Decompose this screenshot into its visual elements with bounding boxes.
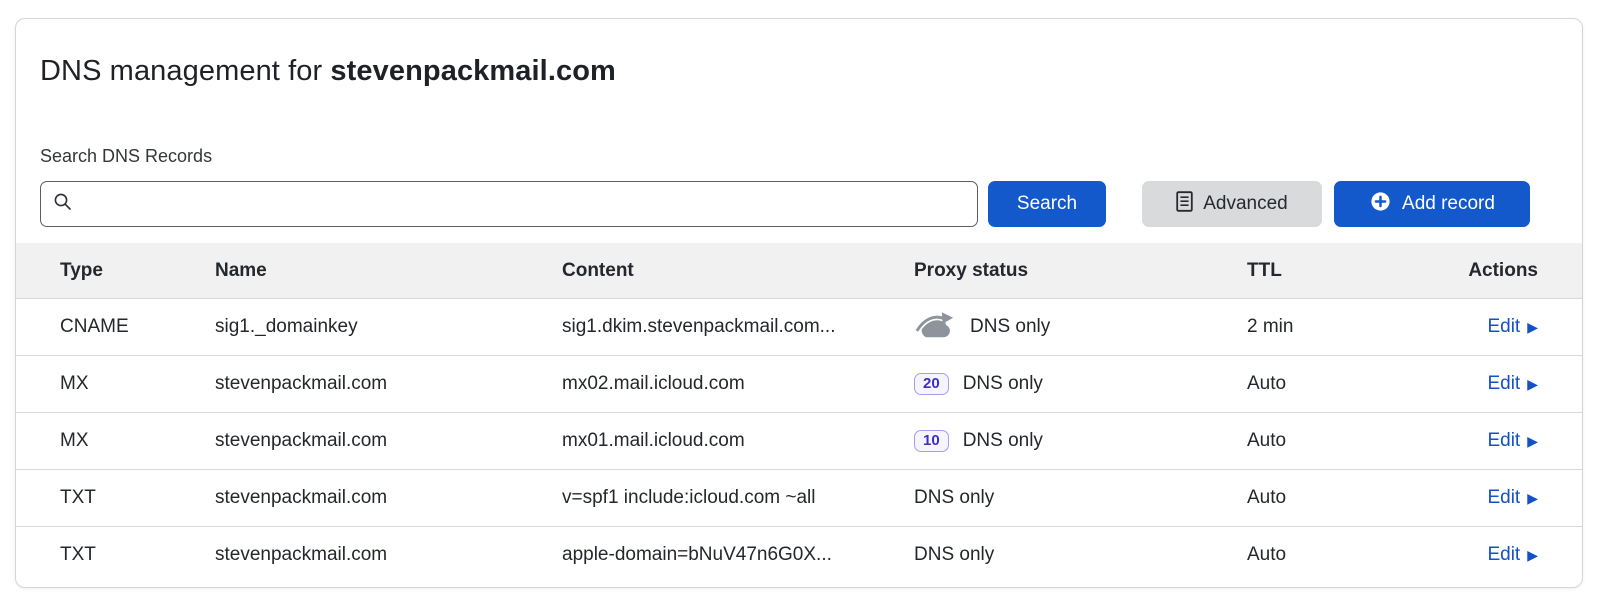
cell-proxy-status: DNS only xyxy=(914,544,1247,566)
cell-ttl: 2 min xyxy=(1247,316,1407,338)
cell-ttl: Auto xyxy=(1247,373,1407,395)
table-row-txt-apple-domain: TXT stevenpackmail.com apple-domain=bNuV… xyxy=(16,526,1582,583)
cell-content: mx02.mail.icloud.com xyxy=(562,373,914,395)
search-button[interactable]: Search xyxy=(988,181,1106,227)
edit-link-label: Edit xyxy=(1487,544,1520,566)
search-label: Search DNS Records xyxy=(40,145,1530,167)
cell-ttl: Auto xyxy=(1247,430,1407,452)
card-header-area: DNS management for stevenpackmail.com Se… xyxy=(16,19,1582,227)
column-header-ttl: TTL xyxy=(1247,260,1407,282)
proxy-status-text: DNS only xyxy=(963,430,1043,452)
cell-type: CNAME xyxy=(60,316,215,338)
edit-arrow-icon: ▶ xyxy=(1527,548,1538,562)
search-input[interactable] xyxy=(80,182,965,226)
search-icon xyxy=(53,192,72,216)
cell-type: MX xyxy=(60,373,215,395)
search-controls-row: Search Advanced xyxy=(40,181,1530,227)
search-box[interactable] xyxy=(40,181,978,227)
proxy-status-text: DNS only xyxy=(914,544,994,566)
cell-proxy-status: DNS only xyxy=(914,487,1247,509)
edit-link-label: Edit xyxy=(1487,487,1520,509)
cell-proxy-status: 20 DNS only xyxy=(914,373,1247,395)
page-title: DNS management for stevenpackmail.com xyxy=(40,55,1530,87)
dns-management-card: DNS management for stevenpackmail.com Se… xyxy=(15,18,1583,588)
column-header-type: Type xyxy=(60,260,215,282)
column-header-name: Name xyxy=(215,260,562,282)
table-row-txt-spf: TXT stevenpackmail.com v=spf1 include:ic… xyxy=(16,469,1582,526)
dns-records-table: Type Name Content Proxy status TTL Actio… xyxy=(16,243,1582,583)
edit-link[interactable]: Edit ▶ xyxy=(1487,316,1538,338)
edit-link[interactable]: Edit ▶ xyxy=(1487,544,1538,566)
cell-name: stevenpackmail.com xyxy=(215,544,562,566)
mx-priority-badge: 20 xyxy=(914,373,949,395)
mx-priority-badge: 10 xyxy=(914,430,949,452)
cell-type: MX xyxy=(60,430,215,452)
edit-arrow-icon: ▶ xyxy=(1527,320,1538,334)
edit-arrow-icon: ▶ xyxy=(1527,377,1538,391)
cell-ttl: Auto xyxy=(1247,544,1407,566)
proxy-status-text: DNS only xyxy=(914,487,994,509)
cell-name: stevenpackmail.com xyxy=(215,487,562,509)
add-record-button[interactable]: Add record xyxy=(1334,181,1530,227)
edit-link-label: Edit xyxy=(1487,316,1520,338)
cell-ttl: Auto xyxy=(1247,487,1407,509)
page-title-prefix: DNS management for xyxy=(40,55,330,87)
cell-type: TXT xyxy=(60,487,215,509)
domain-name: stevenpackmail.com xyxy=(330,55,616,87)
cell-name: sig1._domainkey xyxy=(215,316,562,338)
cell-name: stevenpackmail.com xyxy=(215,373,562,395)
edit-arrow-icon: ▶ xyxy=(1527,491,1538,505)
list-document-icon xyxy=(1176,191,1193,218)
table-row-mx-01: MX stevenpackmail.com mx01.mail.icloud.c… xyxy=(16,412,1582,469)
cell-content: mx01.mail.icloud.com xyxy=(562,430,914,452)
advanced-button[interactable]: Advanced xyxy=(1142,181,1322,227)
cell-content: sig1.dkim.stevenpackmail.com... xyxy=(562,316,914,338)
edit-arrow-icon: ▶ xyxy=(1527,434,1538,448)
table-row-mx-02: MX stevenpackmail.com mx02.mail.icloud.c… xyxy=(16,355,1582,412)
cell-content: apple-domain=bNuV47n6G0X... xyxy=(562,544,914,566)
dns-only-cloud-icon xyxy=(914,310,956,345)
add-record-button-label: Add record xyxy=(1402,193,1495,215)
search-button-label: Search xyxy=(1017,193,1077,215)
cell-type: TXT xyxy=(60,544,215,566)
cell-proxy-status: DNS only xyxy=(914,310,1247,345)
proxy-status-text: DNS only xyxy=(963,373,1043,395)
proxy-status-text: DNS only xyxy=(970,316,1050,338)
edit-link[interactable]: Edit ▶ xyxy=(1487,487,1538,509)
edit-link[interactable]: Edit ▶ xyxy=(1487,430,1538,452)
table-row-cname-sig1: CNAME sig1._domainkey sig1.dkim.stevenpa… xyxy=(16,298,1582,355)
column-header-proxy-status: Proxy status xyxy=(914,260,1247,282)
plus-circle-icon xyxy=(1369,190,1392,219)
edit-link-label: Edit xyxy=(1487,430,1520,452)
edit-link[interactable]: Edit ▶ xyxy=(1487,373,1538,395)
column-header-actions: Actions xyxy=(1407,260,1538,282)
column-header-content: Content xyxy=(562,260,914,282)
cell-proxy-status: 10 DNS only xyxy=(914,430,1247,452)
cell-name: stevenpackmail.com xyxy=(215,430,562,452)
advanced-button-label: Advanced xyxy=(1203,193,1288,215)
edit-link-label: Edit xyxy=(1487,373,1520,395)
cell-content: v=spf1 include:icloud.com ~all xyxy=(562,487,914,509)
table-header-row: Type Name Content Proxy status TTL Actio… xyxy=(16,243,1582,298)
